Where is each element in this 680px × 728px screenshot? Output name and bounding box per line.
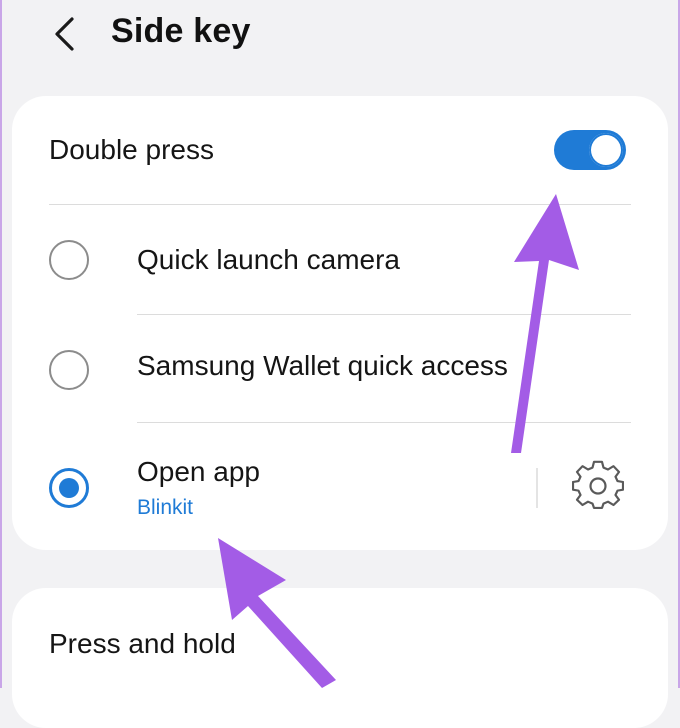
- press-and-hold-card: Press and hold: [12, 588, 668, 728]
- radio-quick-launch-camera[interactable]: [49, 240, 89, 280]
- open-app-selected-app: Blinkit: [137, 496, 194, 519]
- double-press-toggle[interactable]: [554, 130, 626, 170]
- gear-icon: [571, 460, 625, 509]
- toggle-knob: [589, 133, 623, 167]
- back-button[interactable]: [40, 10, 88, 58]
- page-title: Side key: [111, 12, 251, 50]
- divider: [49, 204, 631, 205]
- divider: [137, 314, 631, 315]
- vertical-separator: [536, 468, 538, 508]
- chevron-left-icon: [55, 17, 74, 51]
- radio-samsung-wallet[interactable]: [49, 350, 89, 390]
- radio-selected-dot: [59, 478, 79, 498]
- app-header: Side key: [0, 0, 680, 80]
- option-label-quick-launch-camera[interactable]: Quick launch camera: [137, 244, 400, 276]
- press-and-hold-label[interactable]: Press and hold: [49, 628, 236, 660]
- option-label-samsung-wallet[interactable]: Samsung Wallet quick access: [137, 350, 531, 382]
- frame-edge: [0, 0, 2, 688]
- double-press-label: Double press: [49, 134, 214, 165]
- double-press-card: Double press Quick launch camera Samsung…: [12, 96, 668, 550]
- open-app-settings-button[interactable]: [571, 460, 625, 512]
- divider: [137, 422, 631, 423]
- radio-open-app[interactable]: [49, 468, 89, 508]
- option-label-open-app[interactable]: Open app: [137, 456, 260, 488]
